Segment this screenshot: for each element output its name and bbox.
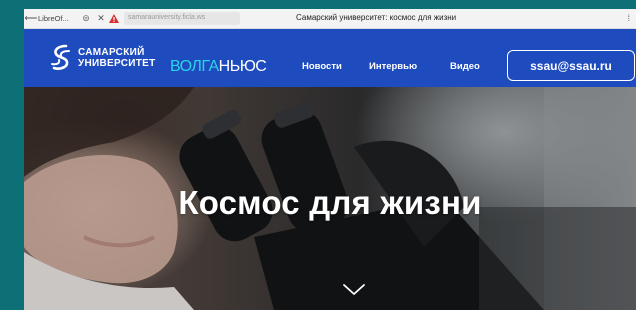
university-logo-text: САМАРСКИЙ УНИВЕРСИТЕТ xyxy=(78,47,156,69)
hero-title: Космос для жизни xyxy=(178,184,482,221)
url-field[interactable]: samarauniversity.ficla.ws xyxy=(124,12,240,25)
nav-video[interactable]: Видео xyxy=(450,61,480,72)
close-icon[interactable]: ✕ xyxy=(94,13,108,24)
browser-window: ⟵ LibreOf... ⊜ ✕ samarauniversity.ficla.… xyxy=(24,9,636,310)
page-title: Самарский университет: космос для жизни xyxy=(296,13,457,22)
arrow-left-icon[interactable]: ⟵ xyxy=(24,13,38,24)
email-button[interactable]: ssau@ssau.ru xyxy=(507,50,635,81)
reader-view-icon[interactable]: ⊜ xyxy=(78,13,94,24)
tab-title[interactable]: LibreOf... xyxy=(38,14,78,23)
nav-news[interactable]: Новости xyxy=(302,61,342,72)
warning-triangle-icon[interactable] xyxy=(108,13,120,24)
logo-line-1: САМАРСКИЙ xyxy=(78,47,145,58)
kebab-menu-icon[interactable]: ⁞ xyxy=(627,13,630,23)
volga-news-logo-part1: ВОЛГА xyxy=(170,58,219,75)
hero-banner: Космос для жизни xyxy=(24,87,636,310)
university-logo-icon xyxy=(51,44,70,70)
chevron-down-icon[interactable] xyxy=(342,283,366,297)
nav-interviews[interactable]: Интервью xyxy=(369,61,417,72)
site-header: САМАРСКИЙ УНИВЕРСИТЕТ ВОЛГАНЬЮС Новости … xyxy=(24,29,636,87)
university-logo[interactable]: САМАРСКИЙ УНИВЕРСИТЕТ xyxy=(48,43,156,73)
volga-news-logo[interactable]: ВОЛГАНЬЮС xyxy=(170,58,267,76)
browser-toolbar: ⟵ LibreOf... ⊜ ✕ samarauniversity.ficla.… xyxy=(24,9,636,29)
volga-news-logo-part2: НЬЮС xyxy=(218,58,267,75)
logo-line-2: УНИВЕРСИТЕТ xyxy=(78,58,156,69)
